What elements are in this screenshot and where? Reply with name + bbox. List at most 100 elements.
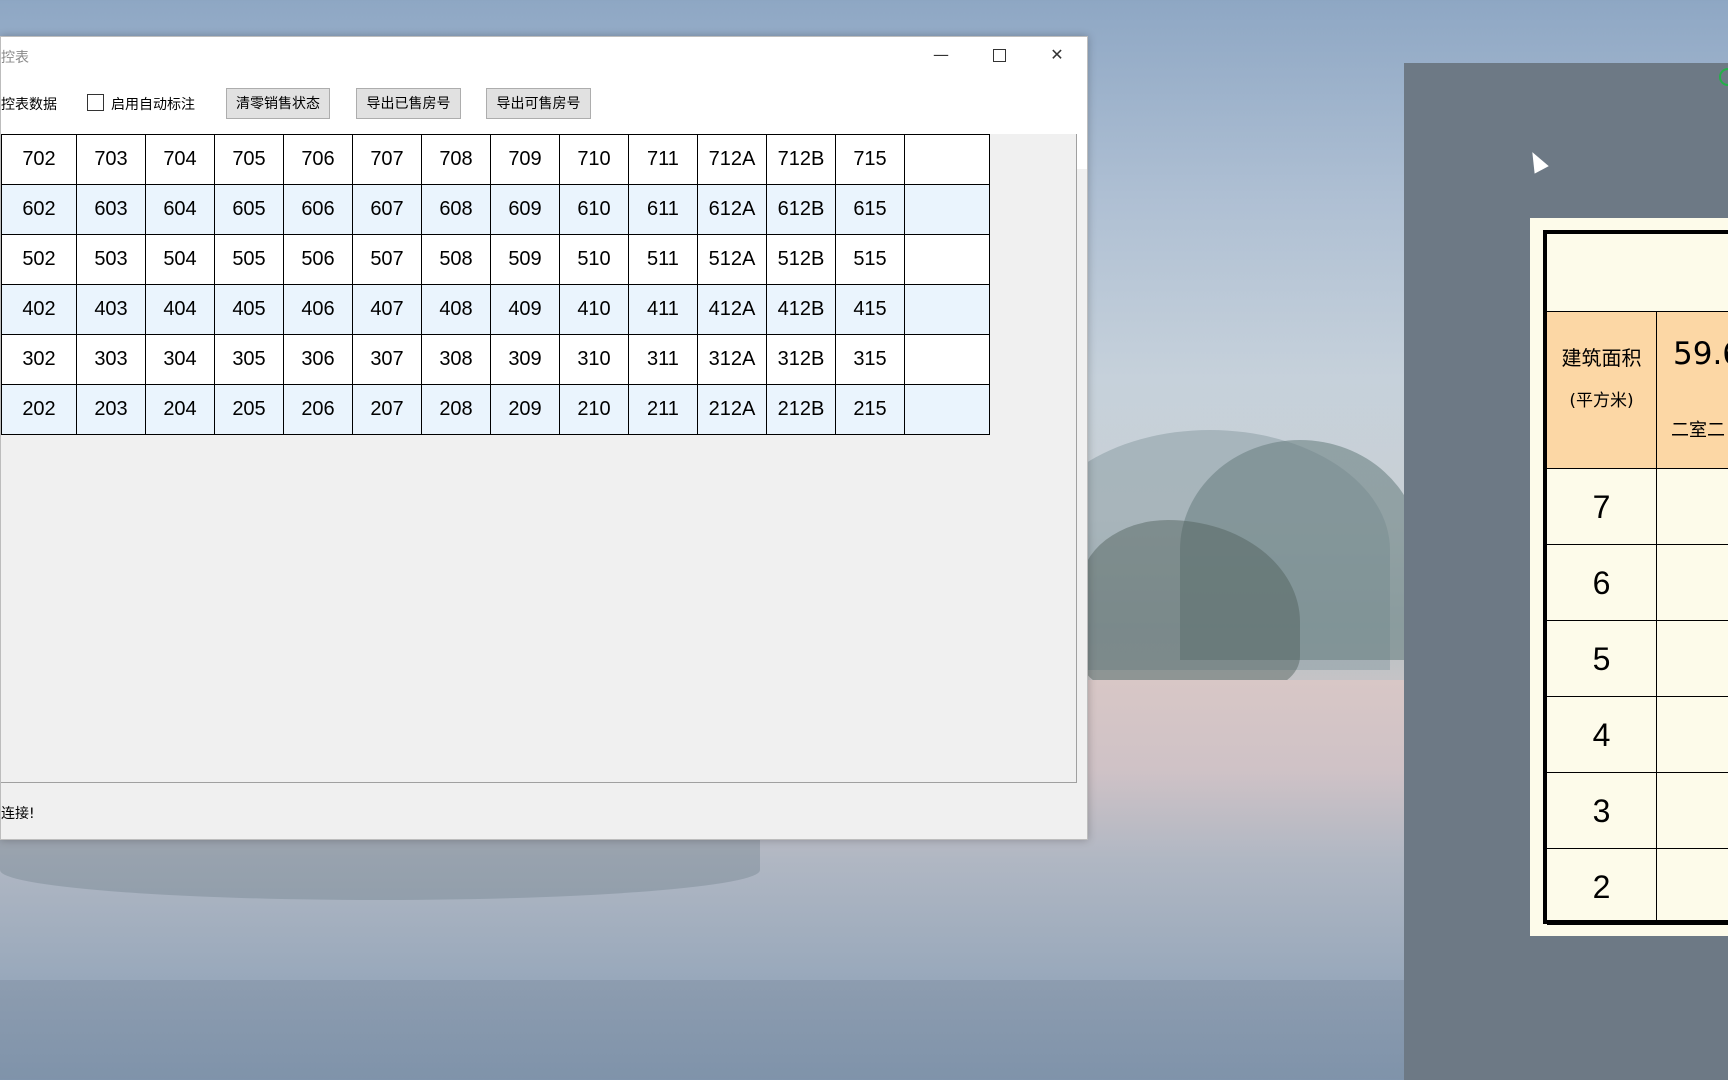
room-cell[interactable]: 207 — [352, 384, 422, 435]
room-cell[interactable]: 405 — [214, 284, 284, 335]
room-cell[interactable]: 607 — [352, 184, 422, 235]
area-value: 59.6 — [1673, 336, 1728, 372]
room-cell[interactable]: 515 — [835, 234, 905, 285]
room-cell[interactable]: 712B — [766, 134, 836, 185]
room-cell[interactable]: 409 — [490, 284, 560, 335]
room-cell[interactable]: 209 — [490, 384, 560, 435]
room-cell[interactable]: 504 — [145, 234, 215, 285]
room-cell[interactable]: 707 — [352, 134, 422, 185]
room-cell[interactable]: 411 — [628, 284, 698, 335]
room-cell[interactable]: 312A — [697, 334, 767, 385]
room-cell[interactable]: 306 — [283, 334, 353, 385]
floor-row: 5 — [1547, 621, 1728, 697]
room-cell[interactable]: 205 — [214, 384, 284, 435]
room-cell[interactable]: 708 — [421, 134, 491, 185]
room-cell[interactable]: 315 — [835, 334, 905, 385]
room-cell[interactable] — [904, 184, 990, 235]
room-cell[interactable]: 705 — [214, 134, 284, 185]
room-cell[interactable]: 206 — [283, 384, 353, 435]
room-cell[interactable]: 408 — [421, 284, 491, 335]
auto-mark-checkbox[interactable] — [87, 94, 104, 111]
room-cell[interactable]: 307 — [352, 334, 422, 385]
floor-number: 4 — [1547, 697, 1657, 772]
room-cell[interactable]: 711 — [628, 134, 698, 185]
room-cell[interactable]: 404 — [145, 284, 215, 335]
room-cell[interactable]: 208 — [421, 384, 491, 435]
room-cell[interactable]: 415 — [835, 284, 905, 335]
room-cell[interactable]: 715 — [835, 134, 905, 185]
room-cell[interactable]: 204 — [145, 384, 215, 435]
room-cell[interactable]: 402 — [1, 284, 77, 335]
room-cell[interactable]: 608 — [421, 184, 491, 235]
room-cell[interactable]: 509 — [490, 234, 560, 285]
room-cell[interactable]: 210 — [559, 384, 629, 435]
title-bar[interactable]: 控表 — ✕ — [1, 37, 1087, 73]
minimize-button[interactable]: — — [919, 41, 963, 69]
room-cell[interactable]: 512A — [697, 234, 767, 285]
room-cell[interactable]: 706 — [283, 134, 353, 185]
room-cell[interactable] — [904, 234, 990, 285]
room-cell[interactable]: 702 — [1, 134, 77, 185]
room-cell[interactable]: 312B — [766, 334, 836, 385]
room-cell[interactable]: 510 — [559, 234, 629, 285]
room-cell[interactable]: 304 — [145, 334, 215, 385]
room-cell[interactable]: 606 — [283, 184, 353, 235]
room-cell[interactable]: 410 — [559, 284, 629, 335]
room-cell[interactable]: 511 — [628, 234, 698, 285]
room-cell[interactable]: 215 — [835, 384, 905, 435]
room-cell[interactable]: 407 — [352, 284, 422, 335]
table-row: 702 703 704 705 706 707 708 709 710 711 712A 712B 71… — [1, 134, 990, 185]
room-cell[interactable]: 710 — [559, 134, 629, 185]
table-row: 302 303 304 305 306 307 308 309 310 311 312A 312B 31… — [1, 334, 990, 385]
room-cell[interactable] — [904, 284, 990, 335]
floor-number: 5 — [1547, 621, 1657, 696]
room-cell[interactable]: 406 — [283, 284, 353, 335]
room-cell[interactable]: 202 — [1, 384, 77, 435]
room-cell[interactable]: 211 — [628, 384, 698, 435]
room-cell[interactable]: 605 — [214, 184, 284, 235]
area-value-cell: 59.6 二室二 — [1657, 312, 1728, 469]
room-cell[interactable]: 412B — [766, 284, 836, 335]
room-cell[interactable]: 311 — [628, 334, 698, 385]
close-button[interactable]: ✕ — [1035, 41, 1079, 69]
room-cell[interactable]: 508 — [421, 234, 491, 285]
room-cell[interactable]: 309 — [490, 334, 560, 385]
room-cell[interactable] — [904, 384, 990, 435]
room-cell[interactable]: 310 — [559, 334, 629, 385]
room-cell[interactable]: 505 — [214, 234, 284, 285]
clear-sales-status-button[interactable]: 清零销售状态 — [226, 88, 330, 119]
room-cell[interactable]: 212A — [697, 384, 767, 435]
room-cell[interactable]: 612B — [766, 184, 836, 235]
room-cell[interactable] — [904, 134, 990, 185]
table-row: 502 503 504 505 506 507 508 509 510 511 512A 512B 51… — [1, 234, 990, 285]
room-cell[interactable]: 610 — [559, 184, 629, 235]
export-available-rooms-button[interactable]: 导出可售房号 — [486, 88, 591, 119]
room-cell[interactable]: 603 — [76, 184, 146, 235]
room-cell[interactable]: 412A — [697, 284, 767, 335]
room-cell[interactable]: 703 — [76, 134, 146, 185]
room-cell[interactable]: 303 — [76, 334, 146, 385]
room-cell[interactable]: 611 — [628, 184, 698, 235]
room-cell[interactable]: 709 — [490, 134, 560, 185]
export-sold-rooms-button[interactable]: 导出已售房号 — [356, 88, 461, 119]
room-cell[interactable]: 604 — [145, 184, 215, 235]
room-cell[interactable]: 704 — [145, 134, 215, 185]
room-cell[interactable]: 512B — [766, 234, 836, 285]
room-cell[interactable]: 403 — [76, 284, 146, 335]
room-cell[interactable]: 602 — [1, 184, 77, 235]
room-cell[interactable]: 507 — [352, 234, 422, 285]
room-cell[interactable] — [904, 334, 990, 385]
room-cell[interactable]: 212B — [766, 384, 836, 435]
room-cell[interactable]: 302 — [1, 334, 77, 385]
room-cell[interactable]: 612A — [697, 184, 767, 235]
room-cell[interactable]: 308 — [421, 334, 491, 385]
room-cell[interactable]: 609 — [490, 184, 560, 235]
maximize-button[interactable] — [977, 41, 1021, 69]
room-cell[interactable]: 203 — [76, 384, 146, 435]
room-cell[interactable]: 305 — [214, 334, 284, 385]
room-cell[interactable]: 503 — [76, 234, 146, 285]
room-cell[interactable]: 502 — [1, 234, 77, 285]
room-cell[interactable]: 615 — [835, 184, 905, 235]
room-cell[interactable]: 712A — [697, 134, 767, 185]
room-cell[interactable]: 506 — [283, 234, 353, 285]
